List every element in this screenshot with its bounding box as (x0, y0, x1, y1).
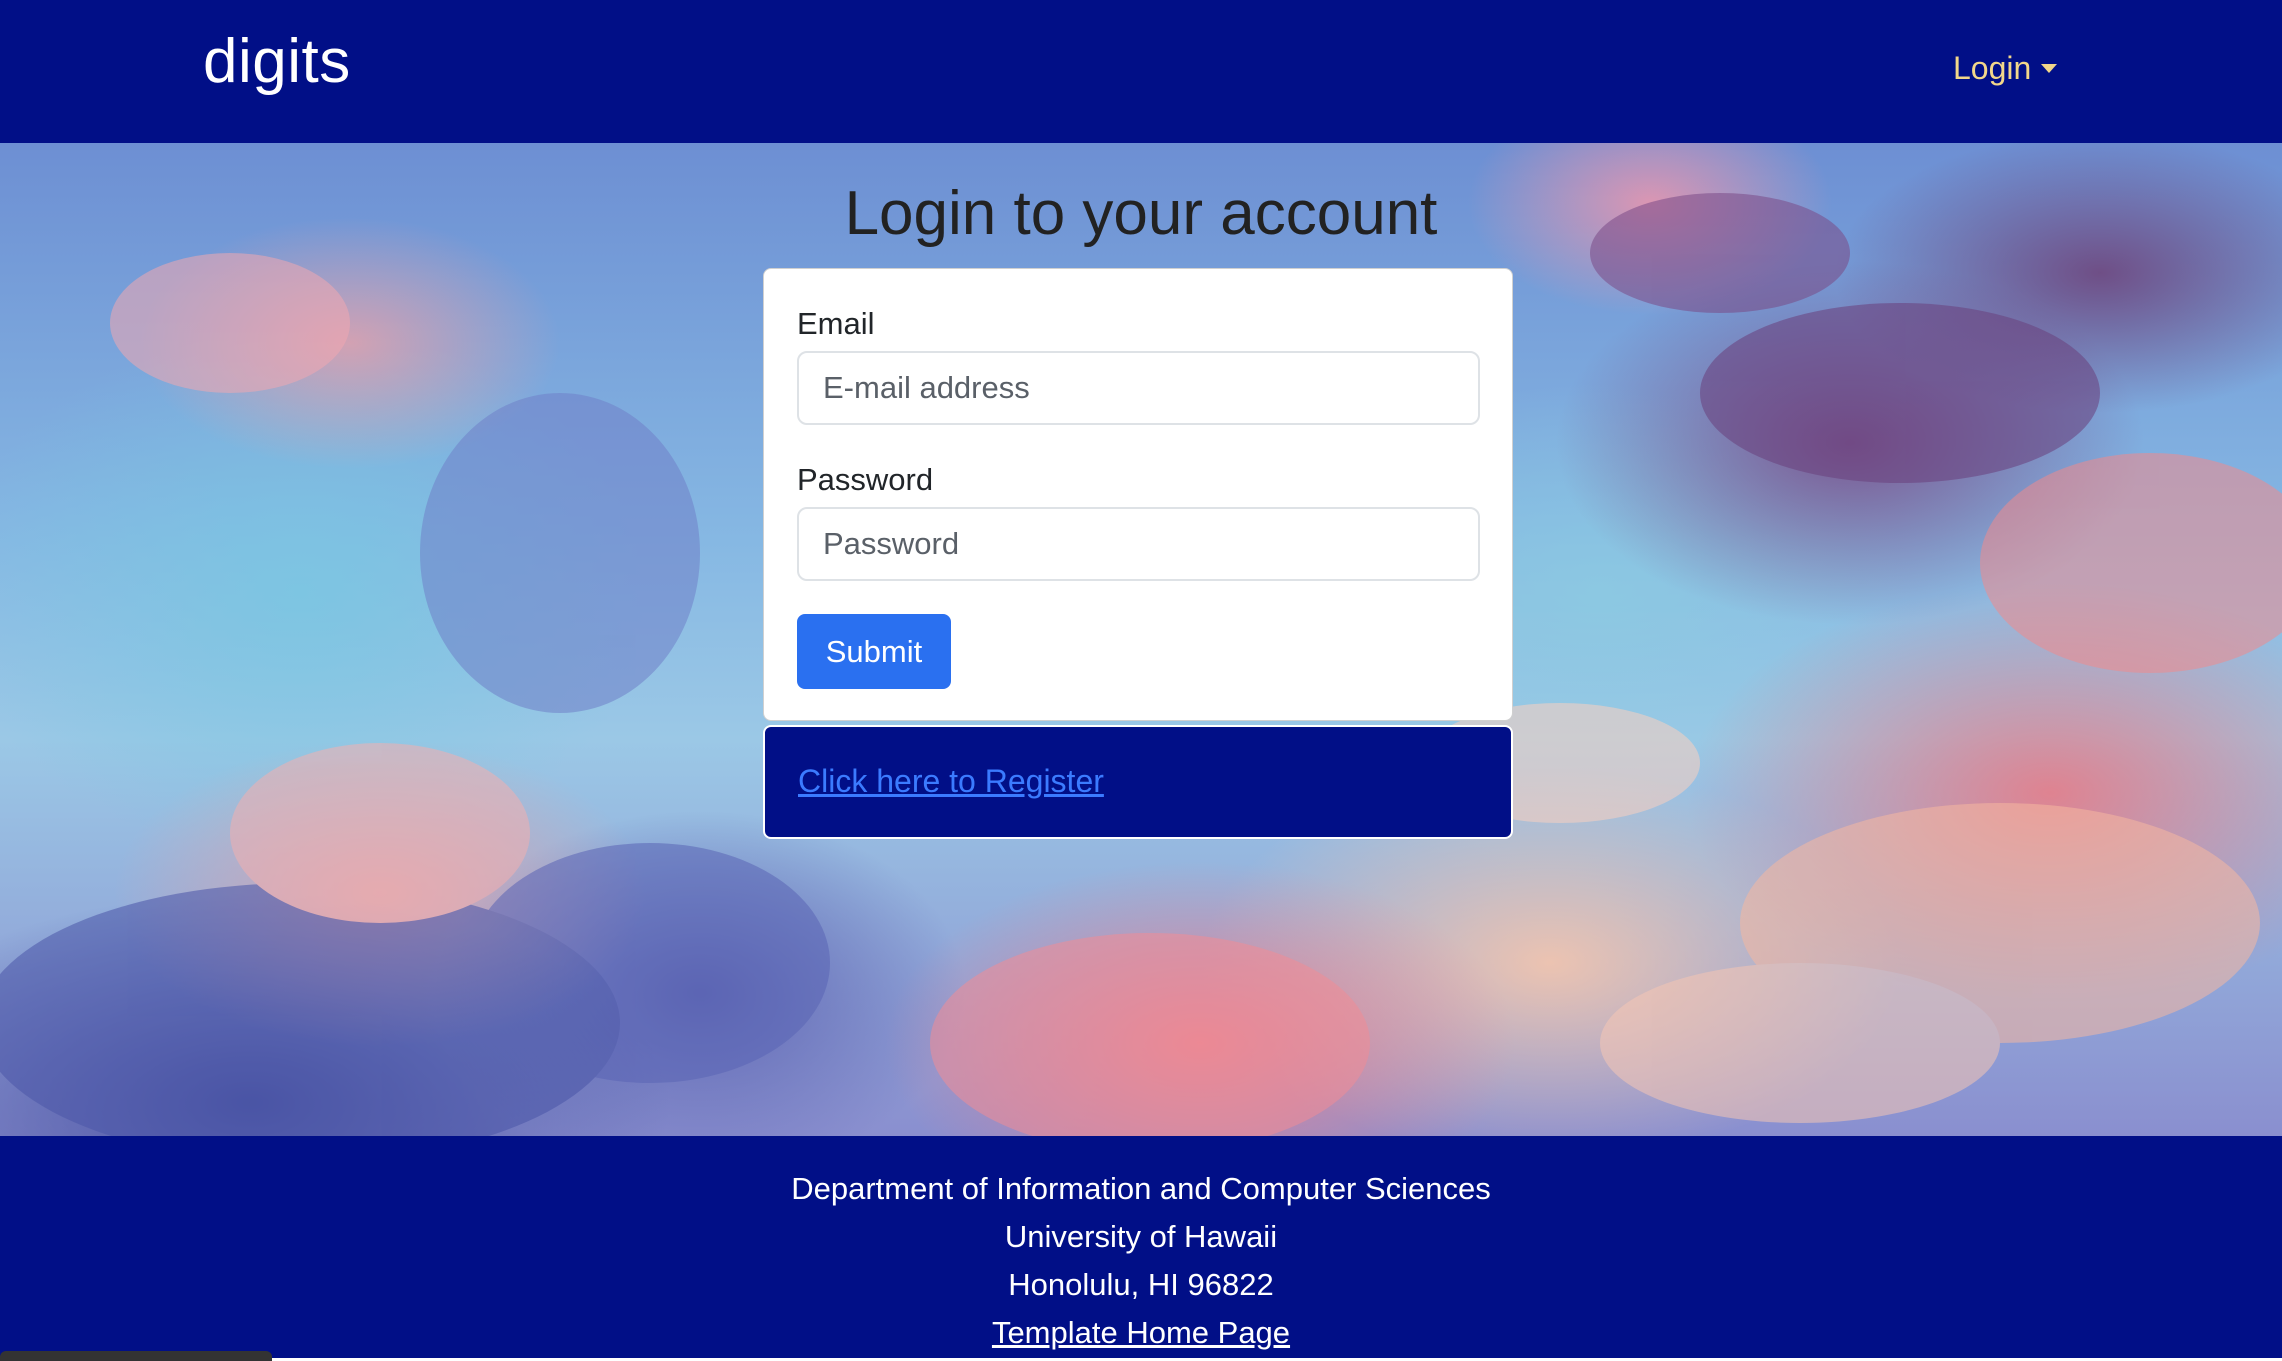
register-box: Click here to Register (763, 725, 1513, 839)
password-label: Password (797, 462, 934, 497)
submit-button[interactable]: Submit (797, 614, 951, 689)
footer-university: University of Hawaii (1004, 1219, 1278, 1254)
email-input[interactable] (797, 351, 1480, 425)
page-title: Login to your account (844, 179, 1438, 248)
footer-address: Honolulu, HI 96822 (1008, 1267, 1274, 1302)
password-input[interactable] (797, 507, 1480, 581)
footer: Department of Information and Computer S… (0, 1136, 2282, 1358)
login-dropdown[interactable]: Login (1953, 50, 2058, 87)
navbar: digits Login (0, 0, 2282, 143)
corner-tab (0, 1351, 272, 1361)
login-form-card: Email Password Submit (763, 268, 1513, 721)
footer-department: Department of Information and Computer S… (791, 1171, 1491, 1206)
login-dropdown-label: Login (1953, 50, 2032, 86)
template-home-link[interactable]: Template Home Page (992, 1315, 1290, 1350)
caret-down-icon (2041, 64, 2058, 73)
brand-logo[interactable]: digits (203, 26, 351, 97)
email-label: Email (797, 306, 875, 341)
register-link[interactable]: Click here to Register (798, 763, 1104, 800)
